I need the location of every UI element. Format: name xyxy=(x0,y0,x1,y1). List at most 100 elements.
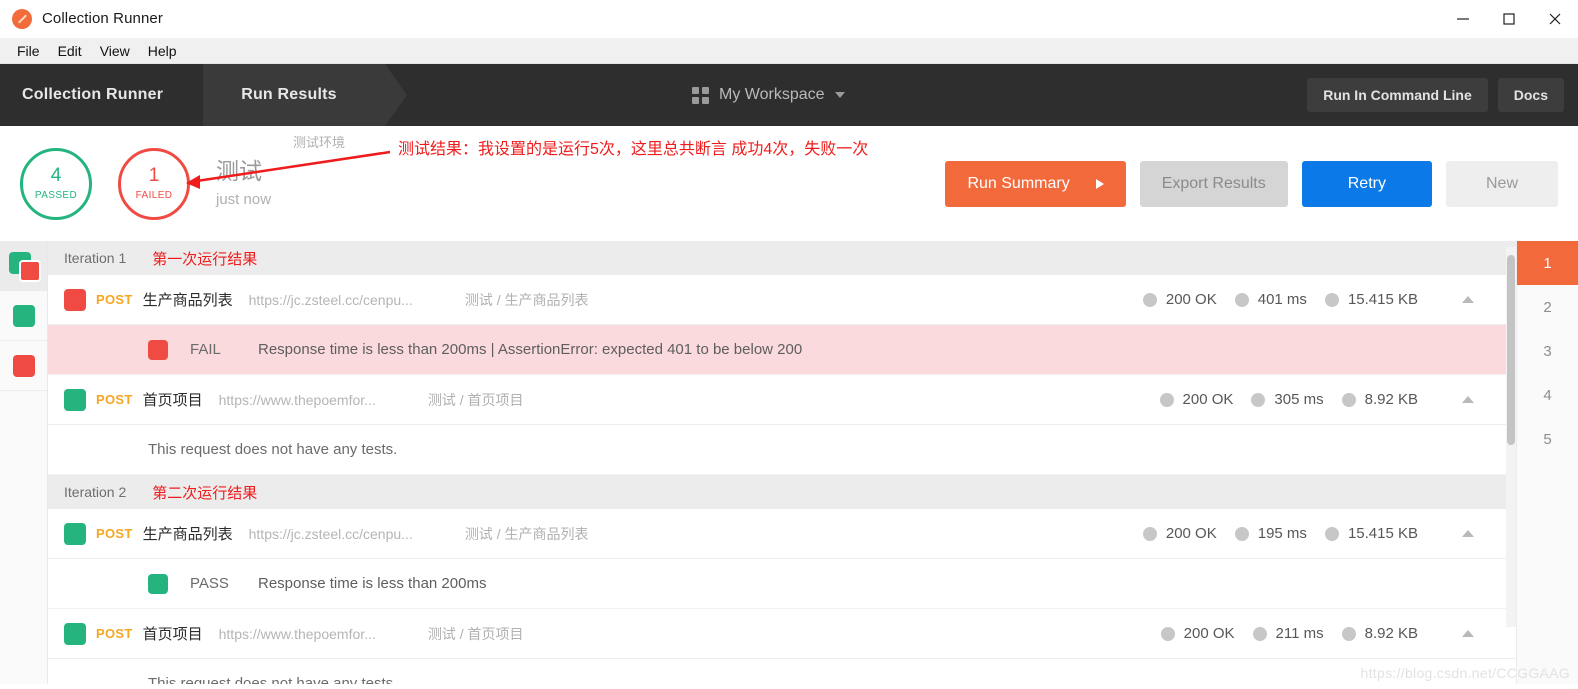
status-code-value: 200 OK xyxy=(1165,291,1217,308)
grid-icon xyxy=(692,86,709,104)
chevron-up-icon[interactable] xyxy=(1462,630,1474,637)
pager-item-5[interactable]: 5 xyxy=(1517,417,1578,461)
iteration-pager: 1 2 3 4 5 xyxy=(1516,241,1578,684)
annotation-top-text: 测试结果：我设置的是运行5次，这里总共断言 成功4次，失败一次 xyxy=(398,141,869,158)
iteration-header: Iteration 1 第一次运行结果 xyxy=(48,241,1516,275)
request-row[interactable]: POST 首页项目 https://www.thepoemfor... 测试 /… xyxy=(48,375,1516,425)
workspace-selector[interactable]: My Workspace xyxy=(692,64,845,126)
chevron-up-icon[interactable] xyxy=(1462,396,1474,403)
title-bar: Collection Runner xyxy=(0,0,1578,38)
run-in-command-line-button[interactable]: Run In Command Line xyxy=(1307,78,1488,112)
status-rail xyxy=(0,241,48,684)
docs-button[interactable]: Docs xyxy=(1497,78,1564,112)
new-button[interactable]: New xyxy=(1445,160,1558,207)
pager-item-2[interactable]: 2 xyxy=(1517,285,1578,329)
response-size-value: 15.415 KB xyxy=(1347,291,1418,308)
maximize-icon[interactable] xyxy=(1486,0,1532,38)
request-metrics: 200 OK 305 ms 8.92 KB xyxy=(1159,391,1516,408)
chevron-up-icon[interactable] xyxy=(1462,296,1474,303)
menu-bar: File Edit View Help xyxy=(0,38,1578,64)
iteration-annotation: 第一次运行结果 xyxy=(152,250,258,268)
rail-item-fail xyxy=(0,341,47,391)
assertion-status: PASS xyxy=(190,575,229,592)
size-dot-icon xyxy=(1341,626,1356,641)
failed-count: 1 xyxy=(148,165,160,186)
close-icon[interactable] xyxy=(1532,0,1578,38)
response-time-value: 195 ms xyxy=(1257,525,1307,542)
request-url: https://www.thepoemfor... xyxy=(218,391,376,408)
request-row[interactable]: POST 生产商品列表 https://jc.zsteel.cc/cenpu..… xyxy=(48,509,1516,559)
request-metrics: 200 OK 211 ms 8.92 KB xyxy=(1160,625,1516,642)
workspace-label: My Workspace xyxy=(719,86,825,103)
menu-item-help[interactable]: Help xyxy=(139,40,186,62)
results-scrollbar-thumb[interactable] xyxy=(1507,255,1515,445)
status-code-value: 200 OK xyxy=(1183,625,1235,642)
dual-result-icon xyxy=(8,252,41,282)
request-path: 测试 / 生产商品列表 xyxy=(464,525,589,542)
window-controls xyxy=(1440,0,1578,38)
export-results-button[interactable]: Export Results xyxy=(1139,160,1288,207)
status-code-metric: 200 OK xyxy=(1159,391,1234,408)
request-method: POST xyxy=(96,626,133,641)
request-method: POST xyxy=(96,392,133,407)
run-name: 测试 xyxy=(216,158,262,185)
run-summary-label: Run Summary xyxy=(967,174,1070,192)
request-method: POST xyxy=(96,292,133,307)
iteration-label: Iteration 1 xyxy=(64,250,127,266)
response-time-value: 305 ms xyxy=(1274,391,1324,408)
breadcrumb-run-results[interactable]: Run Results xyxy=(203,64,407,126)
breadcrumb-collection-runner[interactable]: Collection Runner xyxy=(0,64,205,126)
status-dot-icon xyxy=(1142,292,1157,307)
response-time-metric: 211 ms xyxy=(1252,625,1324,642)
rail-item-overall xyxy=(0,241,47,291)
assertion-status-icon xyxy=(148,339,168,360)
run-meta: 测试 just now xyxy=(216,158,271,208)
iteration-annotation: 第二次运行结果 xyxy=(152,484,258,502)
request-metrics: 200 OK 401 ms 15.415 KB xyxy=(1142,291,1516,308)
response-time-value: 211 ms xyxy=(1275,625,1324,642)
assertion-text: Response time is less than 200ms | Asser… xyxy=(258,341,803,358)
request-row[interactable]: POST 生产商品列表 https://jc.zsteel.cc/cenpu..… xyxy=(48,275,1516,325)
menu-item-file[interactable]: File xyxy=(8,40,49,62)
passed-stat: 4 PASSED xyxy=(20,147,92,220)
request-row[interactable]: POST 首页项目 https://www.thepoemfor... 测试 /… xyxy=(48,609,1516,659)
results-scrollbar-track[interactable] xyxy=(1506,247,1516,627)
request-metrics: 200 OK 195 ms 15.415 KB xyxy=(1142,525,1516,542)
passed-count: 4 xyxy=(50,165,62,186)
response-size-value: 15.415 KB xyxy=(1347,525,1418,542)
response-size-metric: 8.92 KB xyxy=(1341,625,1418,642)
size-dot-icon xyxy=(1324,526,1339,541)
no-tests-row: This request does not have any tests. xyxy=(48,425,1516,475)
postman-logo-icon xyxy=(12,8,32,29)
summary-actions: Run Summary Export Results Retry New xyxy=(945,160,1578,207)
chevron-up-icon[interactable] xyxy=(1462,530,1474,537)
response-time-metric: 195 ms xyxy=(1234,525,1307,542)
failed-label: FAILED xyxy=(135,190,173,201)
failed-stat: 1 FAILED xyxy=(118,147,190,220)
request-name: 生产商品列表 xyxy=(142,526,233,543)
response-time-metric: 305 ms xyxy=(1251,391,1324,408)
results-body: Iteration 1 第一次运行结果 POST 生产商品列表 https://… xyxy=(0,241,1578,684)
request-url: https://www.thepoemfor... xyxy=(218,625,376,642)
status-dot-icon xyxy=(1160,626,1175,641)
request-method: POST xyxy=(96,526,133,541)
status-code-value: 200 OK xyxy=(1165,525,1217,542)
response-size-metric: 8.92 KB xyxy=(1341,391,1418,408)
minimize-icon[interactable] xyxy=(1440,0,1486,38)
request-url: https://jc.zsteel.cc/cenpu... xyxy=(248,291,413,308)
status-dot-icon xyxy=(1159,392,1174,407)
status-code-value: 200 OK xyxy=(1182,391,1234,408)
request-status-icon xyxy=(64,288,86,311)
menu-item-view[interactable]: View xyxy=(91,40,139,62)
request-status-icon xyxy=(64,388,86,411)
response-time-value: 401 ms xyxy=(1257,291,1307,308)
menu-item-edit[interactable]: Edit xyxy=(49,40,91,62)
red-square-icon xyxy=(12,354,35,377)
request-info: POST 生产商品列表 https://jc.zsteel.cc/cenpu..… xyxy=(64,522,589,545)
no-tests-row: This request does not have any tests. xyxy=(48,659,1516,684)
pager-item-3[interactable]: 3 xyxy=(1517,329,1578,373)
retry-button[interactable]: Retry xyxy=(1301,160,1432,207)
pager-item-4[interactable]: 4 xyxy=(1517,373,1578,417)
run-summary-button[interactable]: Run Summary xyxy=(945,160,1126,207)
pager-item-1[interactable]: 1 xyxy=(1517,241,1578,285)
